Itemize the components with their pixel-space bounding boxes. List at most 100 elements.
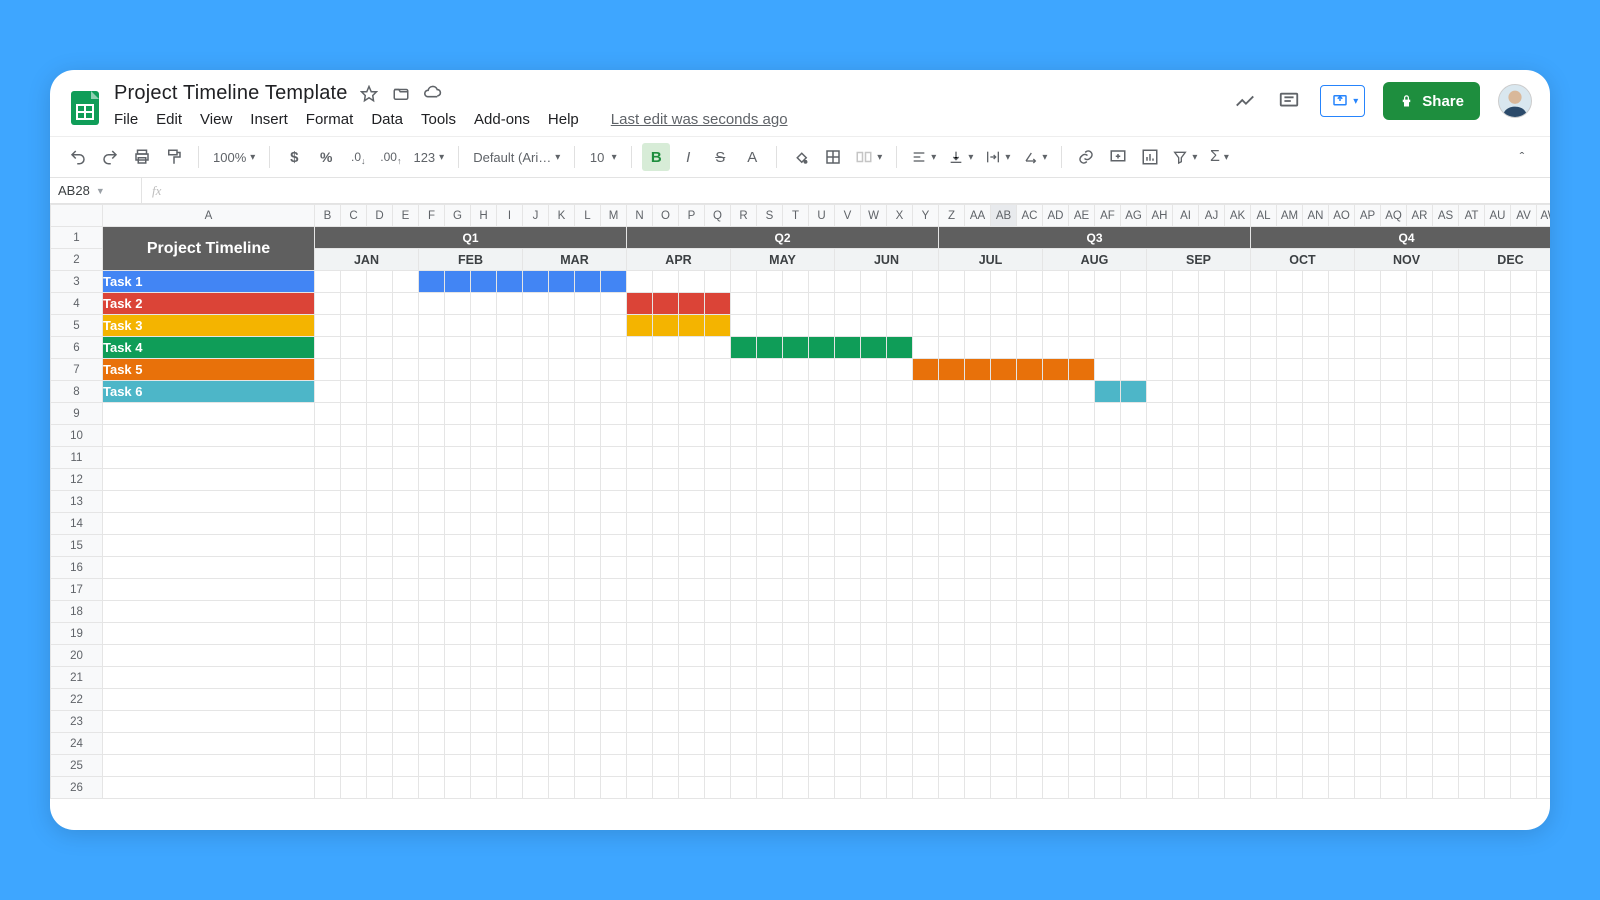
redo-button[interactable]: [96, 143, 124, 171]
row-header[interactable]: 20: [51, 645, 103, 667]
gantt-bar[interactable]: [705, 315, 731, 337]
column-header[interactable]: Q: [705, 205, 731, 227]
row-header[interactable]: 3: [51, 271, 103, 293]
row-header[interactable]: 25: [51, 755, 103, 777]
row-header[interactable]: 7: [51, 359, 103, 381]
column-header[interactable]: H: [471, 205, 497, 227]
increase-decimal-button[interactable]: .00↑: [376, 143, 405, 171]
gantt-bar[interactable]: [1069, 359, 1095, 381]
row-header[interactable]: 9: [51, 403, 103, 425]
gantt-bar[interactable]: [835, 337, 861, 359]
functions-button[interactable]: Σ: [1205, 143, 1233, 171]
row-header[interactable]: 21: [51, 667, 103, 689]
gantt-bar[interactable]: [1043, 359, 1069, 381]
row-header[interactable]: 2: [51, 249, 103, 271]
decrease-decimal-button[interactable]: .0↓: [344, 143, 372, 171]
row-header[interactable]: 14: [51, 513, 103, 535]
menu-add-ons[interactable]: Add-ons: [474, 111, 530, 128]
last-edit-text[interactable]: Last edit was seconds ago: [611, 111, 788, 128]
insert-link-button[interactable]: [1072, 143, 1100, 171]
present-button[interactable]: ▾: [1320, 85, 1365, 117]
spreadsheet-grid[interactable]: ABCDEFGHIJKLMNOPQRSTUVWXYZAAABACADAEAFAG…: [50, 204, 1550, 830]
currency-button[interactable]: $: [280, 143, 308, 171]
column-header[interactable]: AP: [1355, 205, 1381, 227]
column-header[interactable]: L: [575, 205, 601, 227]
column-header[interactable]: AK: [1225, 205, 1251, 227]
gantt-bar[interactable]: [679, 293, 705, 315]
column-header[interactable]: AM: [1277, 205, 1303, 227]
column-header[interactable]: N: [627, 205, 653, 227]
column-header[interactable]: R: [731, 205, 757, 227]
row-header[interactable]: 23: [51, 711, 103, 733]
column-header[interactable]: G: [445, 205, 471, 227]
gantt-bar[interactable]: [497, 271, 523, 293]
row-header[interactable]: 1: [51, 227, 103, 249]
gantt-bar[interactable]: [627, 293, 653, 315]
row-header[interactable]: 17: [51, 579, 103, 601]
explore-icon[interactable]: [1232, 88, 1258, 114]
name-box[interactable]: AB28▼: [50, 178, 142, 203]
filter-button[interactable]: [1168, 143, 1201, 171]
gantt-bar[interactable]: [549, 271, 575, 293]
row-header[interactable]: 15: [51, 535, 103, 557]
column-header[interactable]: AO: [1329, 205, 1355, 227]
column-header[interactable]: B: [315, 205, 341, 227]
menu-tools[interactable]: Tools: [421, 111, 456, 128]
column-header[interactable]: AH: [1147, 205, 1173, 227]
column-header[interactable]: D: [367, 205, 393, 227]
gantt-bar[interactable]: [1017, 359, 1043, 381]
column-header[interactable]: AQ: [1381, 205, 1407, 227]
gantt-bar[interactable]: [445, 271, 471, 293]
gantt-bar[interactable]: [1095, 381, 1121, 403]
gantt-bar[interactable]: [965, 359, 991, 381]
gantt-bar[interactable]: [653, 293, 679, 315]
column-header[interactable]: AR: [1407, 205, 1433, 227]
menu-help[interactable]: Help: [548, 111, 579, 128]
column-header[interactable]: V: [835, 205, 861, 227]
vertical-align-button[interactable]: [944, 143, 977, 171]
font-select[interactable]: Default (Ari…: [469, 143, 564, 171]
column-header[interactable]: AV: [1511, 205, 1537, 227]
gantt-bar[interactable]: [601, 271, 627, 293]
column-header[interactable]: J: [523, 205, 549, 227]
column-header[interactable]: S: [757, 205, 783, 227]
menu-insert[interactable]: Insert: [250, 111, 288, 128]
gantt-bar[interactable]: [861, 337, 887, 359]
gantt-bar[interactable]: [627, 315, 653, 337]
print-button[interactable]: [128, 143, 156, 171]
document-title[interactable]: Project Timeline Template: [114, 82, 348, 105]
row-header[interactable]: 19: [51, 623, 103, 645]
row-header[interactable]: 24: [51, 733, 103, 755]
horizontal-align-button[interactable]: [907, 143, 940, 171]
cloud-status-icon[interactable]: [422, 83, 444, 105]
row-header[interactable]: 8: [51, 381, 103, 403]
column-header[interactable]: AF: [1095, 205, 1121, 227]
menu-data[interactable]: Data: [371, 111, 403, 128]
column-header[interactable]: AD: [1043, 205, 1069, 227]
gantt-bar[interactable]: [809, 337, 835, 359]
gantt-bar[interactable]: [991, 359, 1017, 381]
italic-button[interactable]: I: [674, 143, 702, 171]
column-header[interactable]: AN: [1303, 205, 1329, 227]
column-header[interactable]: AA: [965, 205, 991, 227]
column-header[interactable]: AW: [1537, 205, 1551, 227]
column-header[interactable]: AT: [1459, 205, 1485, 227]
column-header[interactable]: O: [653, 205, 679, 227]
column-header[interactable]: F: [419, 205, 445, 227]
column-header[interactable]: AJ: [1199, 205, 1225, 227]
menu-view[interactable]: View: [200, 111, 232, 128]
share-button[interactable]: Share: [1383, 82, 1480, 120]
insert-chart-button[interactable]: [1136, 143, 1164, 171]
fill-color-button[interactable]: [787, 143, 815, 171]
row-header[interactable]: 5: [51, 315, 103, 337]
column-header[interactable]: E: [393, 205, 419, 227]
column-header[interactable]: AL: [1251, 205, 1277, 227]
column-header[interactable]: AS: [1433, 205, 1459, 227]
gantt-bar[interactable]: [705, 293, 731, 315]
undo-button[interactable]: [64, 143, 92, 171]
menu-file[interactable]: File: [114, 111, 138, 128]
column-header[interactable]: I: [497, 205, 523, 227]
column-header[interactable]: W: [861, 205, 887, 227]
percent-button[interactable]: %: [312, 143, 340, 171]
menu-edit[interactable]: Edit: [156, 111, 182, 128]
